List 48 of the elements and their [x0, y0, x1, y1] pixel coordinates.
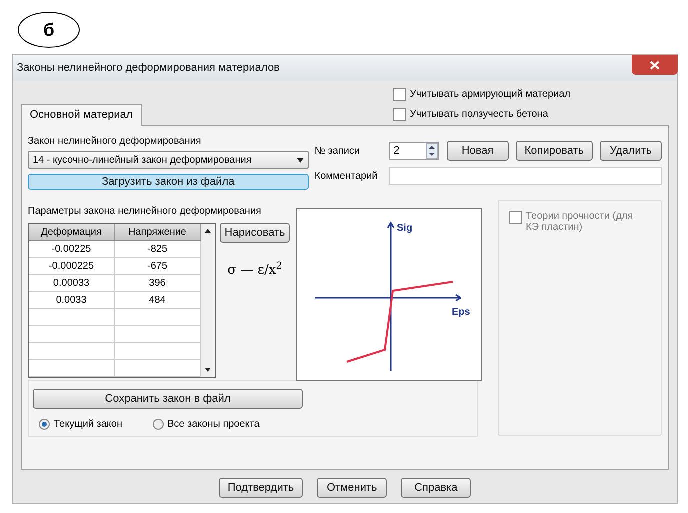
- field-label: № записи: [314, 144, 362, 158]
- field-label: Закон нелинейного деформирования: [28, 135, 202, 148]
- draw-button[interactable]: Нарисовать: [220, 223, 290, 243]
- axis-label: Sig: [397, 222, 413, 236]
- comment-field[interactable]: [388, 167, 662, 185]
- spinner-value: 2: [394, 144, 400, 159]
- radio-label: Текущий закон: [54, 418, 122, 432]
- tab[interactable]: Основной материал: [21, 104, 142, 126]
- field-label: Комментарий: [314, 170, 379, 184]
- radio-label: Все законы проекта: [168, 418, 260, 432]
- checkbox-label: Учитывать армирующий материал: [410, 88, 571, 102]
- dialog-button[interactable]: Отменить: [317, 478, 388, 498]
- record-button[interactable]: Копировать: [516, 141, 593, 161]
- axis-label: Eps: [452, 306, 470, 320]
- close-icon: [650, 60, 660, 70]
- spinner-arrows-icon: [426, 143, 438, 159]
- table-cell-text: 484: [149, 294, 166, 308]
- formula: σ — ε/x$^{2}$: [228, 261, 282, 280]
- checkbox[interactable]: [509, 211, 522, 224]
- dialog-button[interactable]: Справка: [401, 478, 472, 498]
- table-cell-text: 0.00033: [53, 276, 90, 290]
- checkbox-label: Учитывать ползучесть бетона: [410, 108, 548, 122]
- caret-icon: [296, 158, 304, 162]
- radio-button[interactable]: [152, 419, 164, 430]
- checkbox[interactable]: [393, 108, 406, 121]
- record-spinner[interactable]: 2: [388, 142, 439, 160]
- law-dropdown[interactable]: 14 - кусочно-линейный закон деформирования: [28, 151, 309, 169]
- table-cell-text: -675: [147, 260, 168, 274]
- close-button[interactable]: [632, 55, 678, 75]
- column-header[interactable]: Деформация: [29, 224, 115, 240]
- checkbox[interactable]: [393, 88, 406, 101]
- checkbox-label: Теории прочности (для КЭ пластин): [526, 211, 634, 233]
- load-button[interactable]: Загрузить закон из файла: [28, 174, 309, 190]
- radio-button[interactable]: [39, 419, 50, 430]
- window-title: Законы нелинейного деформирования материалов: [17, 60, 280, 76]
- dropdown-value: 14 - кусочно-линейный закон деформирования: [33, 154, 252, 168]
- table-cell-text: 396: [149, 276, 166, 290]
- record-button[interactable]: Новая: [446, 141, 509, 161]
- table-cell-text: 0.0033: [56, 294, 87, 308]
- scrollbar[interactable]: [201, 224, 215, 377]
- save-button[interactable]: Сохранить закон в файл: [33, 389, 303, 409]
- dialog-button[interactable]: Подтвердить: [218, 478, 304, 498]
- record-button[interactable]: Удалить: [600, 141, 662, 161]
- table-cell-text: -0.00225: [52, 242, 92, 256]
- table-cell-text: -825: [147, 242, 168, 256]
- group-title: Параметры закона нелинейного деформирования: [28, 205, 262, 217]
- table-cell-text: -0.000225: [48, 260, 94, 274]
- figure-label: б: [18, 12, 80, 48]
